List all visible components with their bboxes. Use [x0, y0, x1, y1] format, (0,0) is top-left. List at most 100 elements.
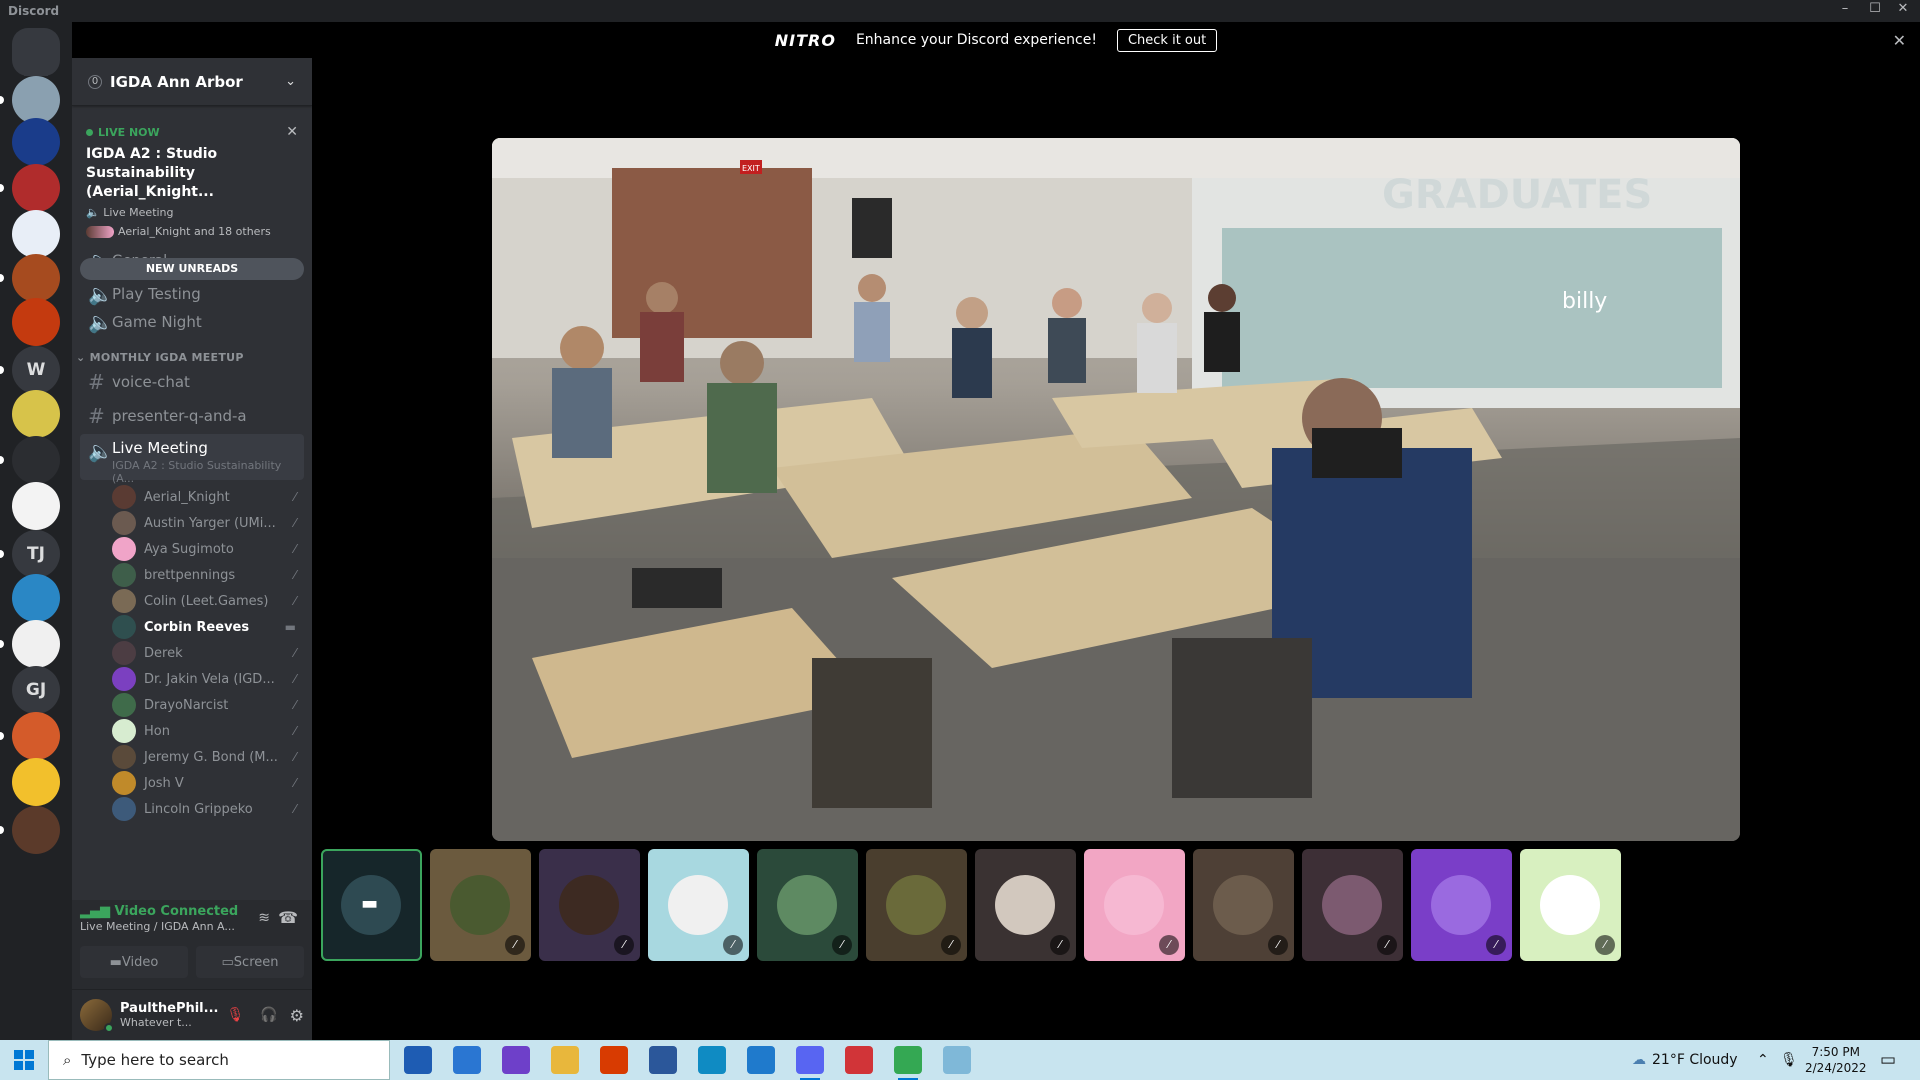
guild-icon-server-8[interactable] [12, 390, 60, 438]
speaker-icon: 🔈 [86, 206, 104, 219]
guild-icon-server-3[interactable] [12, 164, 60, 212]
category-label: MONTHLY IGDA MEETUP [89, 351, 244, 364]
live-event-card[interactable]: LIVE NOW IGDA A2 : Studio Sustainability… [72, 116, 312, 238]
voice-user-name: Josh V [144, 775, 184, 791]
participant-avatar [995, 875, 1055, 935]
event-location: Live Meeting [103, 206, 174, 219]
settings-gear-icon[interactable]: ⚙ [290, 1006, 304, 1025]
taskbar-discord-icon[interactable] [796, 1046, 824, 1080]
participant-tile[interactable]: ⁄ [430, 849, 531, 961]
taskbar-clock-icon[interactable] [845, 1046, 873, 1074]
participant-tile[interactable]: ⁄ [866, 849, 967, 961]
avatar [112, 537, 136, 561]
channel-sidebar: 0 IGDA Ann Arbor ⌄ LIVE NOW IGDA A2 : St… [72, 58, 312, 1040]
server-list: W TJ GJ [0, 22, 72, 1040]
taskbar-edge-icon[interactable] [698, 1046, 726, 1074]
mute-icon[interactable]: 🎙 [226, 1007, 244, 1023]
mute-icon: ⁄ [1595, 935, 1615, 955]
taskbar-mail-icon[interactable] [453, 1046, 481, 1074]
channel-live-meeting[interactable]: 🔈 Live Meeting IGDA A2 : Studio Sustaina… [80, 434, 304, 485]
participant-tile[interactable]: ⁄ [975, 849, 1076, 961]
close-window-button[interactable]: ✕ [1886, 1, 1920, 21]
taskbar-github-icon[interactable] [502, 1046, 530, 1074]
clock[interactable]: 7:50 PM 2/24/2022 [1805, 1040, 1867, 1080]
video-label: Video [121, 954, 159, 970]
nitro-check-it-out-button[interactable]: Check it out [1116, 28, 1218, 52]
cloud-icon: ☁ [1632, 1052, 1646, 1068]
new-unreads-banner[interactable]: NEW UNREADS [80, 258, 304, 280]
taskbar-word-icon[interactable] [649, 1046, 677, 1074]
server-header[interactable]: 0 IGDA Ann Arbor ⌄ [72, 58, 312, 106]
voice-user-name: Aerial_Knight [144, 489, 230, 505]
guild-icon-server-15[interactable] [12, 712, 60, 760]
windows-start-icon[interactable] [14, 1050, 34, 1070]
guild-icon-server-13[interactable] [12, 620, 60, 668]
channel-presenter-q-and-a[interactable]: # presenter-q-and-a [80, 400, 304, 432]
guild-icon-server-10[interactable] [12, 482, 60, 530]
taskbar-office-icon[interactable] [600, 1046, 628, 1074]
channel-game-night[interactable]: 🔈 Game Night [80, 306, 304, 338]
taskbar-store-icon[interactable] [404, 1046, 432, 1074]
voice-location[interactable]: Live Meeting / IGDA Ann A... [80, 920, 235, 933]
mute-icon: ⁄ [293, 698, 296, 712]
username: PaulthePhil... [120, 1001, 219, 1016]
participant-tile[interactable]: ⁄ [648, 849, 749, 961]
video-button[interactable]: ▬ Video [80, 946, 188, 978]
guild-icon-server-tj[interactable]: TJ [12, 530, 60, 578]
guild-icon-server-gj[interactable]: GJ [12, 666, 60, 714]
guild-icon-server-w[interactable]: W [12, 346, 60, 394]
unread-pill [0, 274, 4, 282]
voice-user[interactable]: Lincoln Grippeko ⁄ [112, 794, 302, 824]
taskbar-vscode-icon[interactable] [747, 1046, 775, 1074]
guild-icon-server-1[interactable] [12, 76, 60, 124]
taskbar-chrome-icon[interactable] [894, 1046, 922, 1080]
voice-user-name: Colin (Leet.Games) [144, 593, 269, 609]
nitro-message: Enhance your Discord experience! [855, 32, 1097, 48]
participant-tile[interactable]: ⁄ [1520, 849, 1621, 961]
guild-icon-server-2[interactable] [12, 118, 60, 166]
avatar [112, 745, 136, 769]
participant-tile[interactable]: ⁄ [1302, 849, 1403, 961]
unread-pill [0, 366, 4, 374]
taskbar-notes-icon[interactable] [943, 1046, 971, 1074]
participant-tile[interactable]: ⁄ [1193, 849, 1294, 961]
microphone-icon[interactable]: 🎙 [1780, 1040, 1798, 1080]
guild-separator [24, 74, 48, 76]
participant-tile[interactable]: ⁄ [1084, 849, 1185, 961]
close-banner-icon[interactable]: ✕ [1893, 31, 1906, 50]
windows-taskbar: ⌕ Type here to search ☁ 21°F Cloudy ⌃ 🎙 7… [0, 1040, 1920, 1080]
taskbar-files-icon[interactable] [551, 1046, 579, 1074]
participant-tile[interactable]: ⁄ [757, 849, 858, 961]
participant-tile[interactable]: ⁄ [539, 849, 640, 961]
participant-tile[interactable]: ▬ [321, 849, 422, 961]
category-monthly-igda-meetup[interactable]: ⌄ MONTHLY IGDA MEETUP [76, 351, 244, 364]
participant-tile[interactable]: ⁄ [1411, 849, 1512, 961]
voice-user-name: Jeremy G. Bond (M... [144, 749, 278, 765]
guild-icon-server-6[interactable] [12, 298, 60, 346]
video-camera-icon: ▬ [361, 893, 379, 914]
focused-video-stream[interactable]: GRADUATES billy EXIT [492, 138, 1740, 841]
discord-home-icon[interactable] [12, 28, 60, 76]
guild-icon-server-17[interactable] [12, 806, 60, 854]
video-camera-icon: ▬ [109, 954, 122, 970]
guild-icon-server-9[interactable] [12, 436, 60, 484]
headphones-icon[interactable]: 🎧 [260, 1007, 277, 1023]
taskbar-search-input[interactable]: ⌕ Type here to search [48, 1040, 390, 1080]
guild-icon-server-12[interactable] [12, 574, 60, 622]
channel-voice-chat[interactable]: # voice-chat [80, 366, 304, 398]
screen-share-button[interactable]: ▭ Screen [196, 946, 304, 978]
guild-icon-server-5[interactable] [12, 254, 60, 302]
avatar [112, 641, 136, 665]
disconnect-icon[interactable]: ☎ [278, 908, 298, 927]
noise-suppression-icon[interactable]: ≋ [258, 910, 270, 926]
tray-chevron-up-icon[interactable]: ⌃ [1757, 1040, 1769, 1080]
notification-icon[interactable]: ▭ [1880, 1040, 1896, 1080]
minimize-button[interactable]: – [1828, 1, 1862, 21]
weather-widget[interactable]: ☁ 21°F Cloudy [1632, 1040, 1738, 1080]
user-avatar[interactable] [80, 999, 114, 1033]
chevron-down-icon[interactable]: ⌄ [285, 74, 296, 89]
guild-icon-server-4[interactable] [12, 210, 60, 258]
guild-icon-server-16[interactable] [12, 758, 60, 806]
event-title[interactable]: IGDA A2 : Studio Sustainability (Aerial_… [86, 145, 296, 202]
close-event-icon[interactable]: ✕ [286, 124, 298, 140]
